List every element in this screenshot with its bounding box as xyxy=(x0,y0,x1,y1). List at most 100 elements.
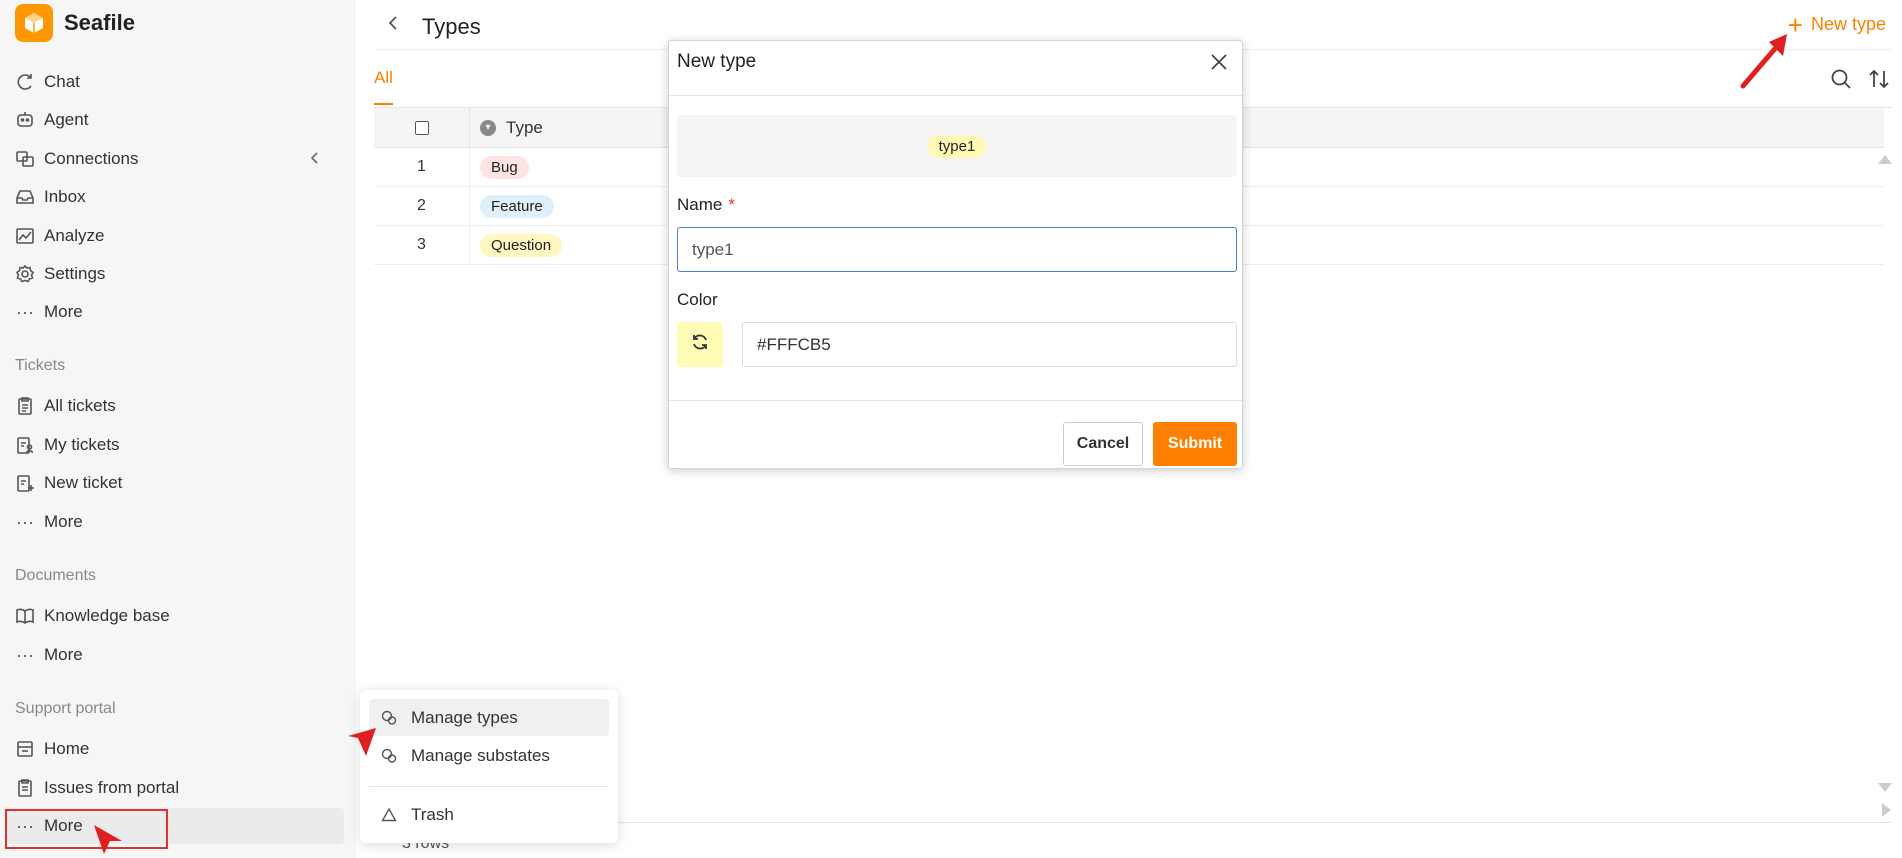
type-preview: type1 xyxy=(677,115,1237,177)
new-type-button[interactable]: + New type xyxy=(1787,9,1886,40)
select-all-checkbox[interactable] xyxy=(414,120,429,135)
sidebar-item-label: Home xyxy=(44,739,90,758)
section-title-tickets: Tickets xyxy=(15,357,66,374)
preview-tag: type1 xyxy=(927,134,987,158)
name-label-text: Name xyxy=(677,195,723,214)
new-type-dialog: New type type1 Name * Color Cancel Submit xyxy=(668,40,1243,469)
single-select-column-icon: ▾ xyxy=(480,119,496,136)
sidebar-item-agent[interactable]: Agent xyxy=(14,102,344,138)
menu-item-label: Manage substates xyxy=(411,745,550,765)
name-field-label: Name * xyxy=(677,195,735,215)
sidebar-item-inbox[interactable]: Inbox xyxy=(14,179,344,215)
analyze-icon xyxy=(14,225,36,247)
dialog-title: New type xyxy=(677,51,757,72)
menu-item-manage-substates[interactable]: Manage substates xyxy=(369,737,609,774)
refresh-icon xyxy=(690,332,710,357)
sidebar-item-home[interactable]: Home xyxy=(14,731,344,767)
sidebar-item-all-tickets[interactable]: All tickets xyxy=(14,388,344,424)
sidebar-item-label: Inbox xyxy=(44,187,86,206)
inbox-icon xyxy=(14,186,36,208)
add-ticket-icon xyxy=(14,472,36,494)
clipboard-icon xyxy=(14,395,36,417)
sidebar-item-label: Knowledge base xyxy=(44,606,170,625)
sidebar-item-tickets-more[interactable]: ··· More xyxy=(14,504,344,540)
row-index: 2 xyxy=(374,187,470,225)
scroll-up-arrow-icon[interactable] xyxy=(1878,155,1892,164)
column-header-label: Type xyxy=(506,117,543,137)
menu-item-trash[interactable]: Trash xyxy=(369,796,609,833)
submit-button[interactable]: Submit xyxy=(1153,422,1237,466)
manage-substates-icon xyxy=(381,748,397,764)
seafile-logo-icon xyxy=(15,4,53,42)
clipboard-icon xyxy=(14,777,36,799)
dialog-header-divider xyxy=(669,95,1242,96)
menu-item-manage-types[interactable]: Manage types xyxy=(369,699,609,736)
connections-icon xyxy=(14,148,36,170)
sidebar-item-label: More xyxy=(44,512,83,531)
new-type-label: New type xyxy=(1810,14,1886,34)
agent-icon xyxy=(14,109,36,131)
close-icon[interactable] xyxy=(1206,49,1232,75)
more-icon: ··· xyxy=(16,301,34,322)
sidebar-item-connections[interactable]: Connections xyxy=(14,141,344,177)
trash-icon xyxy=(381,807,397,823)
sidebar-item-label: More xyxy=(44,302,83,321)
chat-icon xyxy=(14,71,36,93)
highlight-box xyxy=(5,809,168,849)
refresh-color-button[interactable] xyxy=(677,322,723,367)
sidebar-item-label: New ticket xyxy=(44,473,123,492)
more-popup-menu: Manage types Manage substates Trash xyxy=(360,690,618,843)
sidebar: Seafile Chat Agent Connections Inbox Ana… xyxy=(0,0,356,858)
sidebar-item-settings[interactable]: Settings xyxy=(14,256,344,292)
toolbar-icons xyxy=(1830,68,1890,95)
sidebar-item-knowledge-base[interactable]: Knowledge base xyxy=(14,598,344,634)
plus-icon: + xyxy=(1787,9,1803,40)
back-arrow-icon[interactable] xyxy=(386,14,400,37)
tab-all[interactable]: All xyxy=(374,68,393,105)
section-title-documents: Documents xyxy=(15,567,96,584)
sidebar-item-analyze[interactable]: Analyze xyxy=(14,218,344,254)
sidebar-item-label: All tickets xyxy=(44,396,116,415)
menu-item-label: Trash xyxy=(411,804,454,824)
user-clipboard-icon xyxy=(14,434,36,456)
section-title-support-portal: Support portal xyxy=(15,700,116,717)
sidebar-item-label: Agent xyxy=(44,110,89,129)
manage-types-icon xyxy=(381,710,397,726)
sidebar-item-issues-from-portal[interactable]: Issues from portal xyxy=(14,770,344,806)
sidebar-item-chat[interactable]: Chat xyxy=(14,64,344,100)
color-hex-input[interactable] xyxy=(742,322,1237,367)
scroll-down-arrow-icon[interactable] xyxy=(1878,783,1892,792)
page-title: Types xyxy=(422,14,481,39)
row-index: 3 xyxy=(374,226,470,264)
sidebar-item-documents-more[interactable]: ··· More xyxy=(14,637,344,673)
sort-icon[interactable] xyxy=(1868,68,1890,95)
row-index: 1 xyxy=(374,148,470,186)
type-tag: Feature xyxy=(480,194,554,218)
cancel-button[interactable]: Cancel xyxy=(1063,422,1143,466)
sidebar-item-label: Chat xyxy=(44,72,80,91)
sidebar-item-label: Issues from portal xyxy=(44,778,180,797)
scroll-right-arrow-icon[interactable] xyxy=(1882,803,1891,817)
more-icon: ··· xyxy=(16,511,34,532)
sidebar-item-label: Analyze xyxy=(44,226,105,245)
column-header-type[interactable]: ▾ Type xyxy=(470,118,543,138)
more-icon: ··· xyxy=(16,644,34,665)
sidebar-item-label: My tickets xyxy=(44,435,120,454)
search-icon[interactable] xyxy=(1830,68,1852,95)
menu-divider xyxy=(369,786,609,787)
sidebar-item-label: Settings xyxy=(44,264,106,283)
portal-home-icon xyxy=(14,738,36,760)
header-checkbox-cell xyxy=(374,108,470,147)
chevron-left-icon[interactable] xyxy=(308,150,322,170)
sidebar-item-new-ticket[interactable]: New ticket xyxy=(14,465,344,501)
brand[interactable]: Seafile xyxy=(15,4,135,42)
color-field-label: Color xyxy=(677,290,718,309)
gear-icon xyxy=(14,263,36,285)
name-input[interactable] xyxy=(677,227,1237,272)
dialog-footer-divider xyxy=(669,400,1242,401)
book-icon xyxy=(14,605,36,627)
required-mark: * xyxy=(728,195,735,214)
sidebar-item-more[interactable]: ··· More xyxy=(14,294,344,330)
sidebar-item-my-tickets[interactable]: My tickets xyxy=(14,427,344,463)
type-tag: Bug xyxy=(480,155,529,179)
